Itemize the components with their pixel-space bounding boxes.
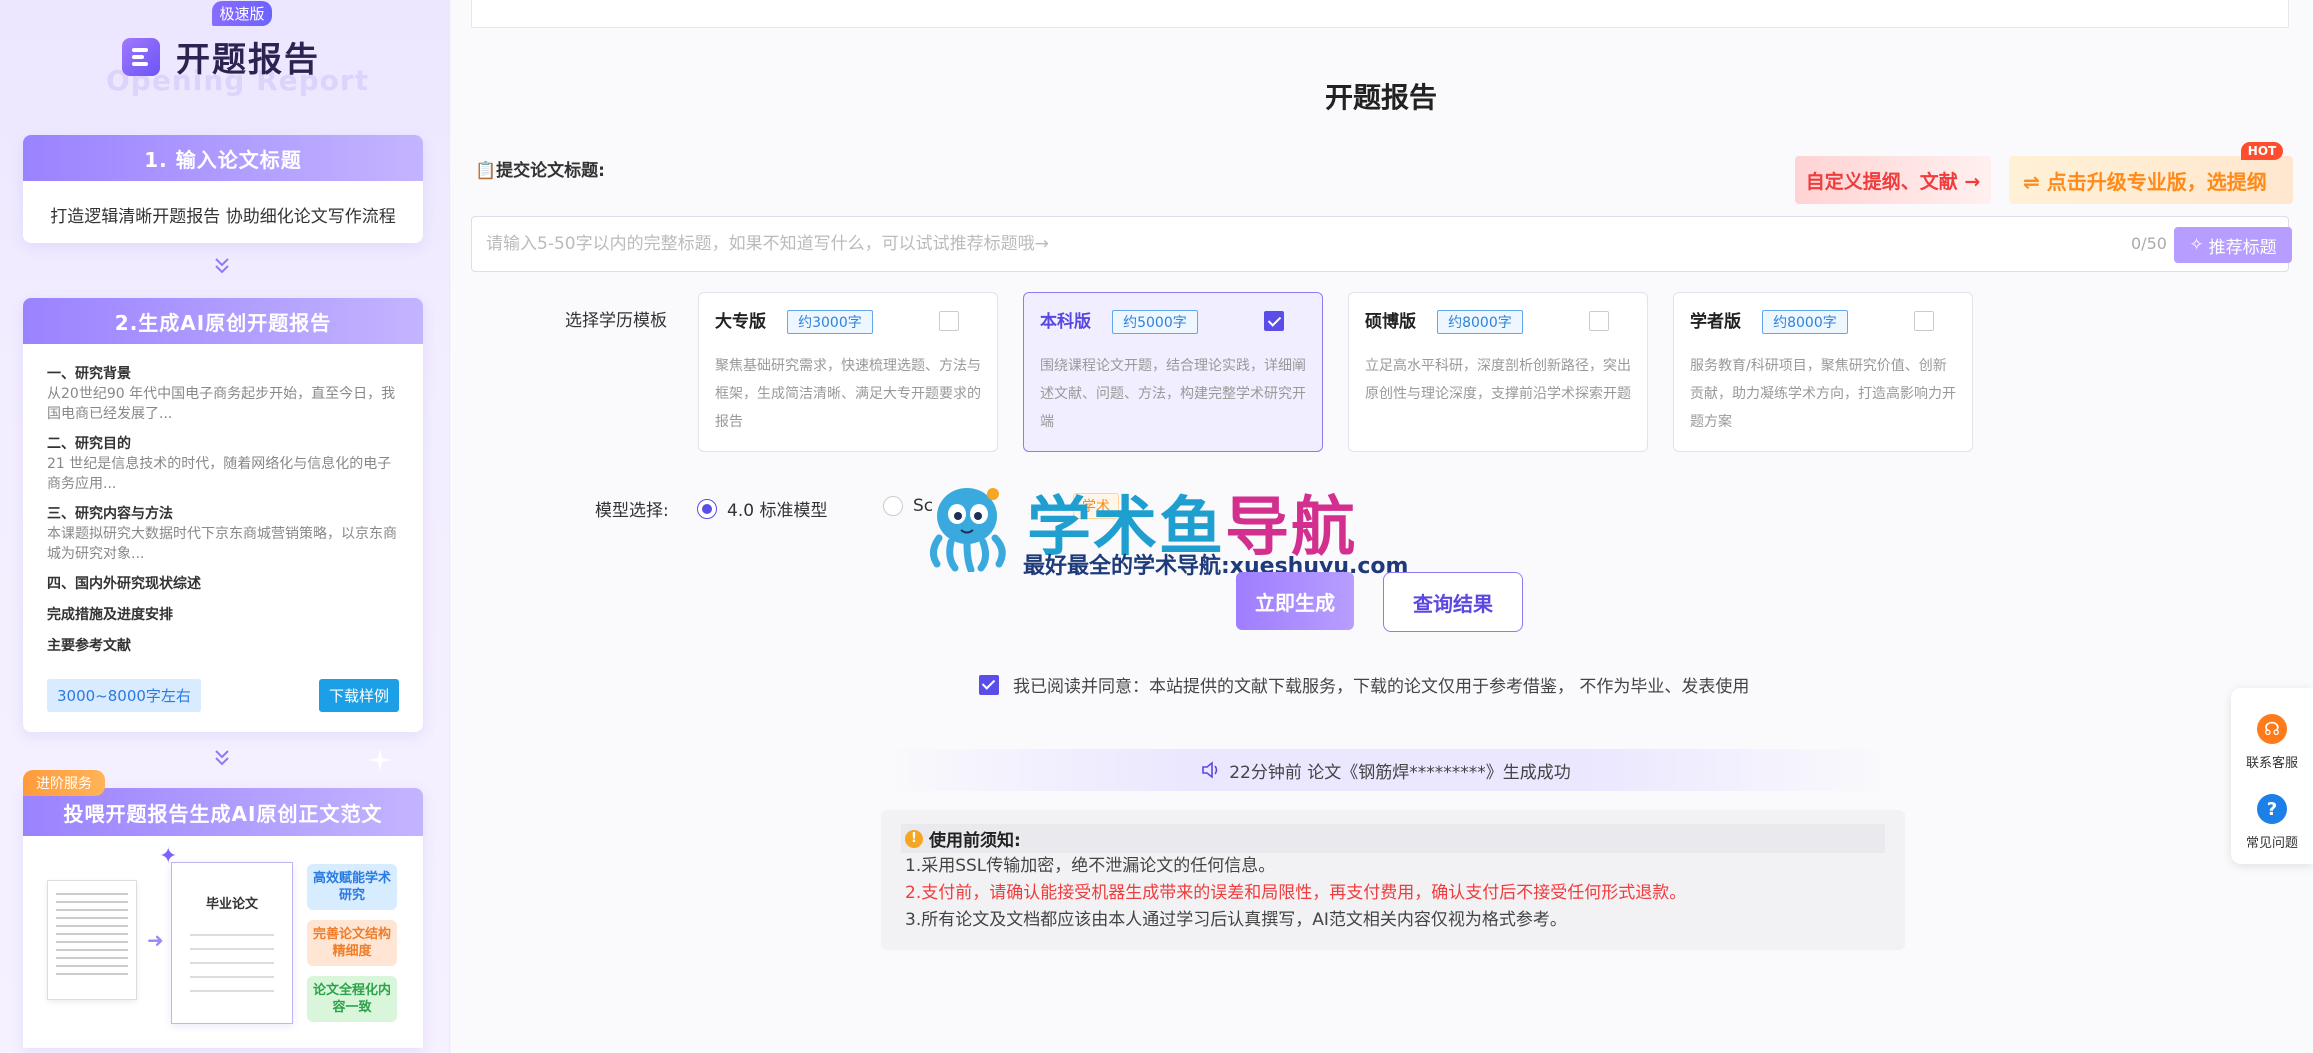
contact-support-label: 联系客服 xyxy=(2245,756,2298,771)
char-counter: 0/50 xyxy=(2131,234,2167,253)
suggest-title-label: 推荐标题 xyxy=(2208,237,2277,258)
template-card-dazhuan[interactable]: 大专版 约3000字 聚焦基础研究需求，快速梳理选题、方法与框架，生成简洁清晰、… xyxy=(698,292,998,452)
outline-text: 本课题拟研究大数据时代下京东商城营销策略，以京东商城为研究对象... xyxy=(47,526,397,562)
notice-line: 1.采用SSL传输加密，绝不泄漏论文的任何信息。 xyxy=(905,856,1276,876)
template-name: 学者版 xyxy=(1690,312,1741,332)
sparkle-icon: ✧ xyxy=(2189,235,2204,255)
word-range-tag: 3000~8000字左右 xyxy=(47,679,201,712)
feature-tag: 高效赋能学术研究 xyxy=(307,864,397,910)
paper-label: 毕业论文 xyxy=(205,897,258,912)
template-label: 选择学历模板 xyxy=(565,311,667,331)
thesis-preview-image: 毕业论文 xyxy=(171,862,293,1024)
generate-button[interactable]: 立即生成 xyxy=(1236,572,1354,630)
step1-card: 1. 输入论文标题 打造逻辑清晰开题报告 协助细化论文写作流程 xyxy=(23,135,423,243)
agreement-row[interactable]: 我已阅读并同意：本站提供的文献下载服务，下载的论文仅用于参考借鉴， 不作为毕业、… xyxy=(979,672,1749,697)
agreement-checkbox[interactable] xyxy=(979,674,999,695)
step1-text: 打造逻辑清晰开题报告 协助细化论文写作流程 xyxy=(50,207,396,227)
template-card-xuezhe[interactable]: 学者版 约8000字 服务教育/科研项目，聚焦研究价值、创新贡献，助力凝练学术方… xyxy=(1673,292,1973,452)
query-result-button[interactable]: 查询结果 xyxy=(1383,572,1523,632)
outline-heading: 一、研究背景 xyxy=(47,366,131,382)
question-icon: ? xyxy=(2257,794,2287,824)
template-card-benke[interactable]: 本科版 约5000字 围绕课程论文开题，结合理论实践，详细阐述文献、问题、方法，… xyxy=(1023,292,1323,452)
template-words: 约3000字 xyxy=(787,310,873,334)
title-input-box: 0/50 ✧ 推荐标题 xyxy=(471,216,2292,272)
template-desc: 聚焦基础研究需求，快速梳理选题、方法与框架，生成简洁清晰、满足大专开题要求的报告 xyxy=(715,358,981,430)
floating-help-panel: ☊ 联系客服 ? 常见问题 xyxy=(2231,688,2313,864)
main-content: 开题报告 📋提交论文标题: 自定义提纲、文献 → ⇌ 点击升级专业版，选提纲 H… xyxy=(451,0,2313,1053)
template-words: 约8000字 xyxy=(1437,310,1523,334)
notice-heading: ! 使用前须知: xyxy=(901,824,1885,853)
outline-text: 从20世纪90 年代中国电子商务起步开始，直至今日，我国电商已经发展了... xyxy=(47,386,396,422)
headset-icon: ☊ xyxy=(2257,714,2287,744)
advanced-service-badge: 进阶服务 xyxy=(23,770,105,796)
usage-notice: ! 使用前须知: 1.采用SSL传输加密，绝不泄漏论文的任何信息。 2.支付前，… xyxy=(881,810,1905,950)
step2-title: 2.生成AI原创开题报告 xyxy=(23,298,423,344)
brand: 开题报告 xyxy=(122,32,320,81)
arrow-right-icon: ➜ xyxy=(147,928,164,952)
ticker-text: 22分钟前 论文《钢筋焊*********》生成成功 xyxy=(1229,762,1571,783)
outline-heading: 主要参考文献 xyxy=(47,638,131,654)
page-title: 开题报告 xyxy=(1324,81,1437,114)
upgrade-pro-link[interactable]: ⇌ 点击升级专业版，选提纲 xyxy=(2009,156,2293,204)
radio-button[interactable] xyxy=(883,496,903,516)
template-desc: 立足高水平科研，深度剖析创新路径，突出原创性与理论深度，支撑前沿学术探索开题 xyxy=(1365,358,1631,402)
octopus-logo-icon xyxy=(930,488,1006,572)
faq-label: 常见问题 xyxy=(2245,836,2298,851)
faq-button[interactable]: ? 常见问题 xyxy=(2231,794,2313,851)
outline-heading: 三、研究内容与方法 xyxy=(47,506,173,522)
sidebar: 极速版 Opening Report 开题报告 1. 输入论文标题 打造逻辑清晰… xyxy=(0,0,450,1053)
submit-title-label: 📋提交论文标题: xyxy=(475,161,605,181)
outline-heading: 四、国内外研究现状综述 xyxy=(47,576,201,592)
step2-footer: 3000~8000字左右 下载样例 xyxy=(47,679,399,712)
report-preview-image xyxy=(47,880,137,1000)
notice-line: 3.所有论文及文档都应该由本人通过学习后认真撰写，AI范文相关内容仅视为格式参考… xyxy=(905,910,1567,930)
brand-title: 开题报告 xyxy=(176,40,320,80)
step1-title: 1. 输入论文标题 xyxy=(23,135,423,181)
sparkle-icon xyxy=(368,748,392,772)
outline-heading: 二、研究目的 xyxy=(47,436,131,452)
template-checkbox[interactable] xyxy=(1264,311,1284,331)
custom-outline-link[interactable]: 自定义提纲、文献 → xyxy=(1795,156,1991,204)
top-banner-strip xyxy=(471,0,2289,28)
title-input[interactable] xyxy=(486,217,2086,271)
feature-tag: 论文全程化内容一致 xyxy=(307,976,397,1022)
template-checkbox[interactable] xyxy=(1589,311,1609,331)
chevron-down-icon xyxy=(215,750,229,766)
notice-title: 使用前须知: xyxy=(929,831,1021,851)
template-name: 本科版 xyxy=(1040,312,1091,332)
warning-icon: ! xyxy=(905,829,923,848)
template-card-shuobo[interactable]: 硕博版 约8000字 立足高水平科研，深度剖析创新路径，突出原创性与理论深度，支… xyxy=(1348,292,1648,452)
outline-heading: 完成措施及进度安排 xyxy=(47,607,173,623)
notice-line: 2.支付前，请确认能接受机器生成带来的误差和局限性，再支付费用，确认支付后不接受… xyxy=(905,883,1687,903)
download-sample-button[interactable]: 下载样例 xyxy=(318,679,399,712)
model-name: 4.0 标准模型 xyxy=(727,501,828,521)
step2-card: 2.生成AI原创开题报告 一、研究背景 从20世纪90 年代中国电子商务起步开始… xyxy=(23,298,423,732)
step3-card[interactable]: 投喂开题报告生成AI原创正文范文 ➜ ✦ 毕业论文 高效赋能学术研究 完善论文结… xyxy=(23,788,423,1048)
template-name: 硕博版 xyxy=(1365,312,1416,332)
report-icon xyxy=(122,37,160,76)
speed-badge: 极速版 xyxy=(212,1,272,26)
agreement-text: 我已阅读并同意：本站提供的文献下载服务，下载的论文仅用于参考借鉴， 不作为毕业、… xyxy=(1013,677,1750,697)
suggest-title-button[interactable]: ✧ 推荐标题 xyxy=(2174,227,2292,263)
hot-badge: HOT xyxy=(2241,142,2283,160)
model-option-standard[interactable]: 4.0 标准模型 xyxy=(697,496,827,521)
template-words: 约5000字 xyxy=(1112,310,1198,334)
model-label: 模型选择: xyxy=(595,501,669,521)
template-desc: 围绕课程论文开题，结合理论实践，详细阐述文献、问题、方法，构建完整学术研究开端 xyxy=(1040,358,1306,430)
radio-button[interactable] xyxy=(697,498,717,519)
outline-sample: 一、研究背景 从20世纪90 年代中国电子商务起步开始，直至今日，我国电商已经发… xyxy=(23,344,423,656)
watermark-overlay: 学术鱼导航 最好最全的学术导航:xueshuyu.com xyxy=(921,472,1441,582)
speaker-icon xyxy=(1202,761,1218,779)
template-words: 约8000字 xyxy=(1762,310,1848,334)
template-checkbox[interactable] xyxy=(1914,311,1934,331)
template-name: 大专版 xyxy=(715,312,766,332)
template-desc: 服务教育/科研项目，聚焦研究价值、创新贡献，助力凝练学术方向，打造高影响力开题方… xyxy=(1690,358,1956,430)
contact-support-button[interactable]: ☊ 联系客服 xyxy=(2231,714,2313,771)
chevron-down-icon xyxy=(215,258,229,274)
feature-tag: 完善论文结构精细度 xyxy=(307,920,397,966)
generation-ticker: 22分钟前 论文《钢筋焊*********》生成成功 xyxy=(881,749,1891,791)
outline-text: 21 世纪是信息技术的时代，随着网络化与信息化的电子商务应用... xyxy=(47,456,392,492)
template-checkbox[interactable] xyxy=(939,311,959,331)
